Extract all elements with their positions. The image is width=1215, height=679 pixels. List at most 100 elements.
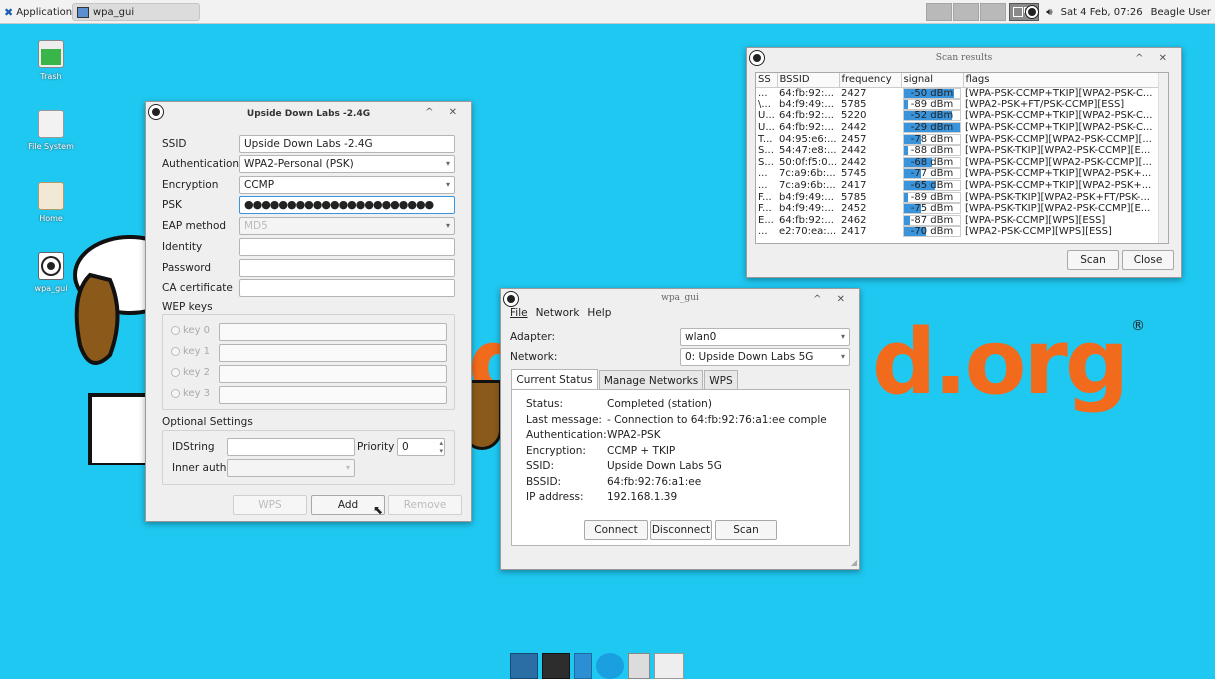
column-header-ssid[interactable]: SS: [756, 73, 778, 88]
authentication-select[interactable]: WPA2-Personal (PSK) ▾: [239, 155, 455, 173]
desktop-icon-file-system[interactable]: File System: [11, 110, 91, 151]
menu-file[interactable]: File: [510, 307, 528, 319]
column-header-flags[interactable]: flags: [963, 73, 1164, 88]
scan-cell-ssid: S...: [758, 145, 774, 157]
scan-results-scan-button[interactable]: Scan: [1067, 250, 1119, 270]
signal-value: -89 dBm: [910, 98, 954, 110]
encryption-select[interactable]: CCMP ▾: [239, 176, 455, 194]
window-controls[interactable]: ^ ✕: [1135, 53, 1173, 64]
chevron-down-icon: ▾: [840, 352, 845, 361]
app-finder-icon[interactable]: [628, 653, 650, 679]
scan-results-close-button[interactable]: Close: [1122, 250, 1174, 270]
scan-scrollbar[interactable]: [1158, 73, 1168, 243]
desktop-icon-label: File System: [28, 142, 74, 151]
wep-key-input-1[interactable]: [219, 344, 447, 362]
web-browser-icon[interactable]: [596, 653, 624, 679]
scan-row[interactable]: U... 64:fb:92:... 5220 -52 dBm [WPA-PSK-CCMP…: [756, 110, 1163, 122]
desktop-icon-wpa-gui[interactable]: wpa_gui: [11, 252, 91, 293]
workspace-1[interactable]: [926, 3, 952, 21]
status-key: Status:: [526, 398, 563, 410]
spin-arrows-icon[interactable]: ▴ ▾: [439, 439, 443, 455]
wep-key-input-3[interactable]: [219, 386, 447, 404]
menu-network[interactable]: Network: [536, 307, 580, 319]
wep-key-input-2[interactable]: [219, 365, 447, 383]
volume-icon[interactable]: 🔊︎: [1046, 7, 1052, 18]
clock[interactable]: Sat 4 Feb, 07:26: [1061, 7, 1143, 18]
taskbar-button-wpa-gui[interactable]: wpa_gui: [72, 3, 200, 21]
priority-spinbox[interactable]: 0 ▴ ▾: [397, 438, 445, 456]
desktop-icon-home[interactable]: Home: [11, 182, 91, 223]
scan-row[interactable]: \... b4:f9:49:... 5785 -89 dBm [WPA2-PSK+FT/…: [756, 98, 1163, 111]
show-desktop-icon[interactable]: [510, 653, 538, 679]
workspace-3[interactable]: [980, 3, 1006, 21]
wep-key-radio-3[interactable]: key 3: [171, 388, 210, 399]
idstring-input[interactable]: [227, 438, 355, 456]
column-header-signal[interactable]: signal: [901, 73, 964, 88]
folder-icon[interactable]: [654, 653, 684, 679]
terminal-icon[interactable]: [542, 653, 570, 679]
scan-row[interactable]: U... 64:fb:92:... 2442 -29 dBm [WPA-PSK-CCMP…: [756, 122, 1163, 134]
eap-method-select[interactable]: MD5 ▾: [239, 217, 455, 235]
user-menu[interactable]: Beagle User: [1151, 7, 1211, 18]
scan-cell-flags: [WPA-PSK-TKIP][WPA2-PSK-CCMP][E...: [965, 145, 1151, 157]
connect-button[interactable]: Connect: [584, 520, 648, 540]
disconnect-button[interactable]: Disconnect: [650, 520, 712, 540]
scan-cell-signal: -29 dBm: [901, 122, 963, 134]
scan-row[interactable]: T... 04:95:e6:... 2457 -78 dBm [WPA-PSK-CCMP…: [756, 133, 1163, 145]
window-controls[interactable]: ^ ✕: [425, 107, 463, 118]
menu-help[interactable]: Help: [587, 307, 611, 319]
scan-row[interactable]: S... 54:47:e8:... 2442 -88 dBm [WPA-PSK-TKIP…: [756, 145, 1163, 157]
identity-input[interactable]: [239, 238, 455, 256]
scan-row[interactable]: S... 50:0f:f5:0... 2442 -68 dBm [WPA-PSK-CCM…: [756, 156, 1163, 169]
scan-titlebar[interactable]: Scan results ^ ✕: [747, 48, 1181, 68]
scan-row[interactable]: F... b4:f9:49:... 5785 -89 dBm [WPA-PSK-TKIP…: [756, 191, 1163, 203]
wpa-gui-titlebar[interactable]: wpa_gui ^ ✕: [501, 289, 859, 307]
wep-key-radio-1[interactable]: key 1: [171, 346, 210, 357]
workspace-2[interactable]: [953, 3, 979, 21]
psk-input[interactable]: ●●●●●●●●●●●●●●●●●●●●●●: [239, 196, 455, 214]
wep-key-input-0[interactable]: [219, 323, 447, 341]
scan-cell-frequency: 2417: [841, 226, 867, 238]
password-input[interactable]: [239, 259, 455, 277]
scan-cell-flags: [WPA-PSK-CCMP][WPA2-PSK-CCMP][...: [965, 133, 1152, 145]
signal-value: -75 dBm: [910, 203, 954, 215]
ca-certificate-input[interactable]: [239, 279, 455, 297]
scan-button[interactable]: Scan: [715, 520, 777, 540]
window-controls[interactable]: ^ ✕: [813, 294, 851, 305]
scan-cell-ssid: S...: [758, 156, 774, 168]
wep-key-radio-0[interactable]: key 0: [171, 325, 210, 336]
tab-wps[interactable]: WPS: [704, 370, 738, 390]
scan-row[interactable]: ... 7c:a9:6b:... 2417 -65 dBm [WPA-PSK-CCMP+…: [756, 180, 1163, 192]
mouse-cursor-icon: ⬉: [373, 503, 384, 517]
file-manager-icon[interactable]: [574, 653, 592, 679]
scan-row[interactable]: ... 7c:a9:6b:... 5745 -77 dBm [WPA-PSK-CCMP+…: [756, 168, 1163, 180]
network-select[interactable]: 0: Upside Down Labs 5G ▾: [680, 348, 850, 366]
chevron-down-icon: ▾: [445, 159, 450, 168]
inner-auth-select[interactable]: ▾: [227, 459, 355, 477]
scan-results-table[interactable]: SS BSSID frequency signal flags ... 64:fb…: [755, 72, 1169, 244]
wallpaper-registered-mark: ®: [1131, 318, 1145, 334]
resize-grip-icon[interactable]: ◢: [851, 558, 857, 567]
scan-row[interactable]: E... 64:fb:92:... 2462 -87 dBm [WPA-PSK-CCMP…: [756, 214, 1163, 227]
encryption-value: CCMP: [244, 179, 275, 191]
scan-row[interactable]: ... 64:fb:92:... 2427 -50 dBm [WPA-PSK-CCMP+…: [756, 87, 1163, 99]
dialog-titlebar[interactable]: Upside Down Labs -2.4G ^ ✕: [146, 102, 471, 126]
wps-button[interactable]: WPS: [233, 495, 307, 515]
remove-button[interactable]: Remove: [388, 495, 462, 515]
tab-current-status[interactable]: Current Status: [511, 369, 598, 390]
wpa-gui-title: wpa_gui: [661, 293, 699, 303]
adapter-select[interactable]: wlan0 ▾: [680, 328, 850, 346]
wep-key-radio-2[interactable]: key 2: [171, 367, 210, 378]
tab-manage-networks[interactable]: Manage Networks: [599, 370, 703, 390]
scan-cell-signal: -89 dBm: [901, 191, 963, 203]
column-header-frequency[interactable]: frequency: [839, 73, 902, 88]
scan-cell-signal: -77 dBm: [901, 168, 963, 180]
scan-row[interactable]: F... b4:f9:49:... 2452 -75 dBm [WPA-PSK-TKIP…: [756, 203, 1163, 215]
column-header-bssid[interactable]: BSSID: [777, 73, 840, 88]
desktop-icon-trash[interactable]: Trash: [11, 40, 91, 81]
wep-keys-group: key 0 key 1 key 2 key 3: [162, 314, 455, 410]
scan-cell-signal: -89 dBm: [901, 98, 963, 111]
ssid-input[interactable]: Upside Down Labs -2.4G: [239, 135, 455, 153]
scan-row[interactable]: ... e2:70:ea:... 2417 -70 dBm [WPA2-PSK-CCMP…: [756, 226, 1163, 238]
wpa-tray-icon[interactable]: [1026, 6, 1039, 18]
